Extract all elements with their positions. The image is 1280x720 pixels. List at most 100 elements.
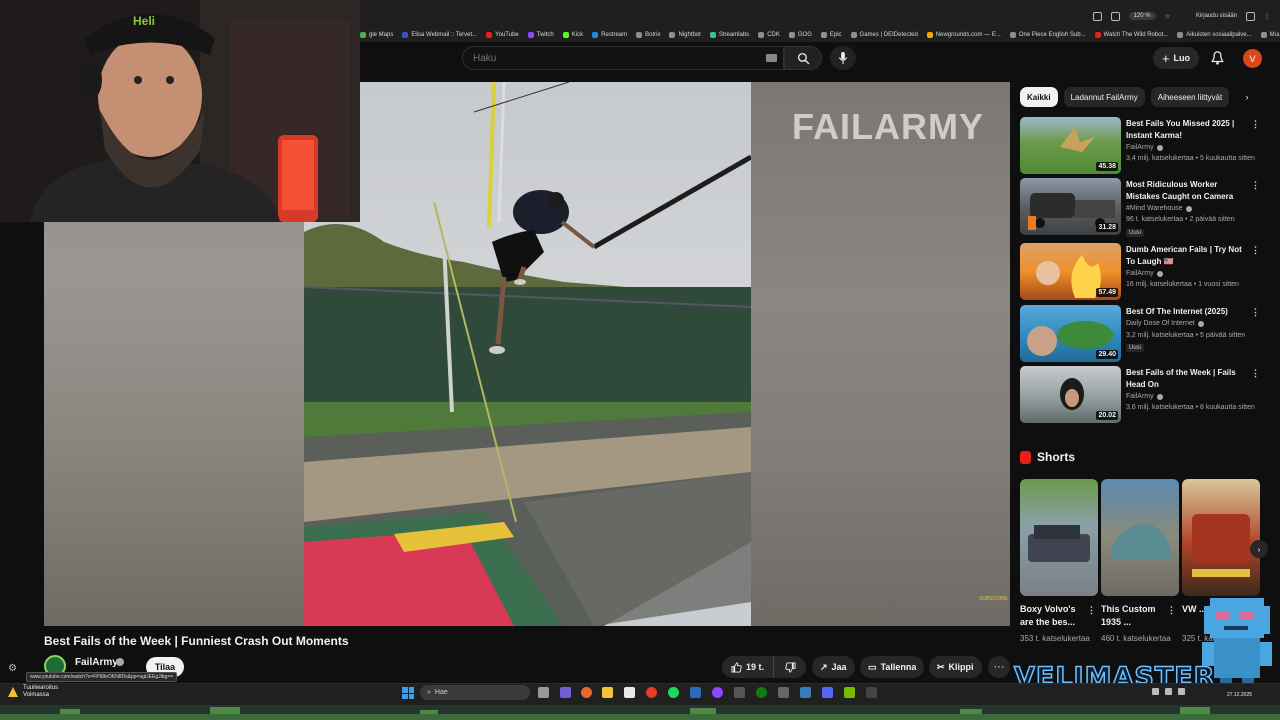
share-button[interactable]: ↗ Jaa [812, 656, 855, 678]
bookmark-item[interactable]: Botrix [636, 32, 660, 38]
bookmark-item[interactable]: One Piece English Sub... [1009, 32, 1086, 38]
short-title[interactable]: This Custom 1935 ... [1101, 603, 1171, 629]
subscribe-watermark[interactable]: SUBSCRIBE [979, 596, 1008, 602]
system-tray[interactable] [1152, 688, 1185, 695]
task-view-icon[interactable] [538, 687, 549, 698]
more-vert-icon[interactable]: ⋮ [1251, 307, 1260, 318]
video-title[interactable]: Dumb American Fails | Try Not To Laugh 🇺… [1126, 244, 1252, 268]
bookmark-item[interactable]: CDK [758, 32, 780, 38]
bookmark-item[interactable]: Watch The Wild Robot... [1094, 32, 1168, 38]
bookmark-item[interactable]: gle Maps [360, 32, 393, 38]
more-vert-icon[interactable]: ⋮ [1167, 605, 1176, 616]
star-icon[interactable]: ☆ [1165, 13, 1170, 20]
more-vert-icon[interactable]: ⋮ [1087, 605, 1096, 616]
channel-name[interactable]: FailArmy [1126, 270, 1154, 277]
bookmark-item[interactable]: Epic [820, 32, 842, 38]
twitch-icon[interactable] [712, 687, 723, 698]
channel-name[interactable]: Daily Dose Of Internet [1126, 320, 1195, 327]
spotify-icon[interactable] [668, 687, 679, 698]
channel-name[interactable]: FailArmy [1126, 393, 1154, 400]
video-thumbnail[interactable]: 20.02 [1020, 366, 1121, 423]
terminal-icon[interactable] [866, 687, 877, 698]
wifi-icon[interactable] [1165, 688, 1172, 695]
create-button[interactable]: + Luo [1153, 47, 1199, 69]
chip-all[interactable]: Kaikki [1020, 87, 1058, 107]
chevron-right-icon[interactable]: › [1250, 540, 1268, 558]
recommendation-item[interactable]: 29.40 Best Of The Internet (2025) Daily … [1020, 305, 1264, 363]
short-thumbnail[interactable] [1182, 479, 1260, 596]
more-vert-icon[interactable]: ⋮ [1251, 119, 1260, 130]
channel-name[interactable]: FailArmy [1126, 144, 1154, 151]
bookmark-item[interactable]: Restream [592, 32, 627, 38]
volume-icon[interactable] [1178, 688, 1185, 695]
bookmark-item[interactable]: Aikuisten sosiaalipalve... [1177, 32, 1252, 38]
bookmark-item[interactable]: YouTube [486, 32, 519, 38]
store-icon[interactable] [624, 687, 635, 698]
channel-line[interactable]: FailArmy [1126, 393, 1163, 400]
short-thumbnail[interactable] [1020, 479, 1098, 596]
save-button[interactable]: ▭ Tallenna [860, 656, 925, 678]
taskbar-date[interactable]: 27.12.2025 [1227, 692, 1252, 698]
bookmark-item[interactable]: Games | DEIDetected [850, 32, 918, 38]
video-title[interactable]: Best Fails of the Week | Fails Head On [1126, 367, 1252, 391]
video-title[interactable]: Best Of The Internet (2025) [1126, 306, 1252, 318]
chip-related[interactable]: Aiheeseen liittyvät [1150, 87, 1230, 107]
steam-icon[interactable] [690, 687, 701, 698]
recommendation-item[interactable]: 20.02 Best Fails of the Week | Fails Hea… [1020, 366, 1264, 424]
account-avatar[interactable]: V [1243, 49, 1262, 68]
dislike-button[interactable] [774, 656, 806, 678]
screenshot-icon[interactable] [1092, 11, 1102, 21]
bookmark-item[interactable]: Streamlabs [709, 32, 749, 38]
short-title[interactable]: Boxy Volvo's are the bes... [1020, 603, 1090, 629]
channel-line[interactable]: #Mind Warehouse [1126, 205, 1192, 212]
channel-name[interactable]: #Mind Warehouse [1126, 205, 1183, 212]
obs-icon[interactable] [646, 687, 657, 698]
recommendation-item[interactable]: 31.28 Most Ridiculous Worker Mistakes Ca… [1020, 178, 1264, 237]
nvidia-icon[interactable] [844, 687, 855, 698]
bookmark-item[interactable]: Muut kirjanmerkit [1260, 32, 1280, 38]
start-button[interactable] [402, 687, 414, 699]
video-thumbnail[interactable]: 29.40 [1020, 305, 1121, 362]
bookmark-item[interactable]: Nightbot [669, 32, 701, 38]
menu-icon[interactable]: ⋮ [1264, 13, 1270, 20]
weather-widget[interactable]: Tuuliwaroitus Voimassa [8, 685, 58, 699]
xbox-icon[interactable] [756, 687, 767, 698]
bookmark-item[interactable]: GOG [788, 32, 812, 38]
search-input[interactable] [473, 52, 753, 64]
reader-icon[interactable] [1110, 11, 1120, 21]
signin-label[interactable]: Kirjaudu sisään [1196, 13, 1237, 19]
taskbar-search[interactable]: ⌕ Hae [420, 685, 530, 700]
bookmark-item[interactable]: Newgrounds.com — E... [926, 32, 1001, 38]
recommendation-item[interactable]: 45.38 Best Fails You Missed 2025 | Insta… [1020, 117, 1264, 175]
chevron-right-icon[interactable]: › [1240, 90, 1254, 104]
keyboard-icon[interactable] [766, 54, 777, 62]
recommendation-item[interactable]: 57.49 Dumb American Fails | Try Not To L… [1020, 243, 1264, 301]
bookmark-item[interactable]: Elisa Webmail :: Tervet... [402, 32, 477, 38]
video-thumbnail[interactable]: 31.28 [1020, 178, 1121, 235]
channel-line[interactable]: FailArmy [1126, 144, 1163, 151]
zoom-level[interactable]: 120 % [1128, 12, 1156, 20]
search-box[interactable] [462, 46, 784, 70]
more-actions-button[interactable]: ··· [988, 656, 1010, 678]
file-explorer-icon[interactable] [602, 687, 613, 698]
more-vert-icon[interactable]: ⋮ [1251, 245, 1260, 256]
video-thumbnail[interactable]: 57.49 [1020, 243, 1121, 300]
gear-icon[interactable]: ⚙ [8, 663, 17, 674]
window-restore-icon[interactable] [1246, 11, 1255, 21]
calculator-icon[interactable] [734, 687, 745, 698]
teams-icon[interactable] [560, 687, 571, 698]
channel-line[interactable]: Daily Dose Of Internet [1126, 320, 1204, 327]
short-thumbnail[interactable] [1101, 479, 1179, 596]
notifications-button[interactable] [1208, 49, 1226, 67]
bookmark-item[interactable]: Twitch [527, 32, 554, 38]
clip-button[interactable]: ✂ Klippi [929, 656, 982, 678]
network-app-icon[interactable] [800, 687, 811, 698]
more-vert-icon[interactable]: ⋮ [1251, 368, 1260, 379]
search-button[interactable] [784, 46, 822, 70]
firefox-icon[interactable] [581, 687, 592, 698]
video-thumbnail[interactable]: 45.38 [1020, 117, 1121, 174]
chevron-up-icon[interactable] [1152, 688, 1159, 695]
channel-line[interactable]: FailArmy [1126, 270, 1163, 277]
more-vert-icon[interactable]: ⋮ [1251, 180, 1260, 191]
video-title[interactable]: Best Fails You Missed 2025 | Instant Kar… [1126, 118, 1252, 142]
